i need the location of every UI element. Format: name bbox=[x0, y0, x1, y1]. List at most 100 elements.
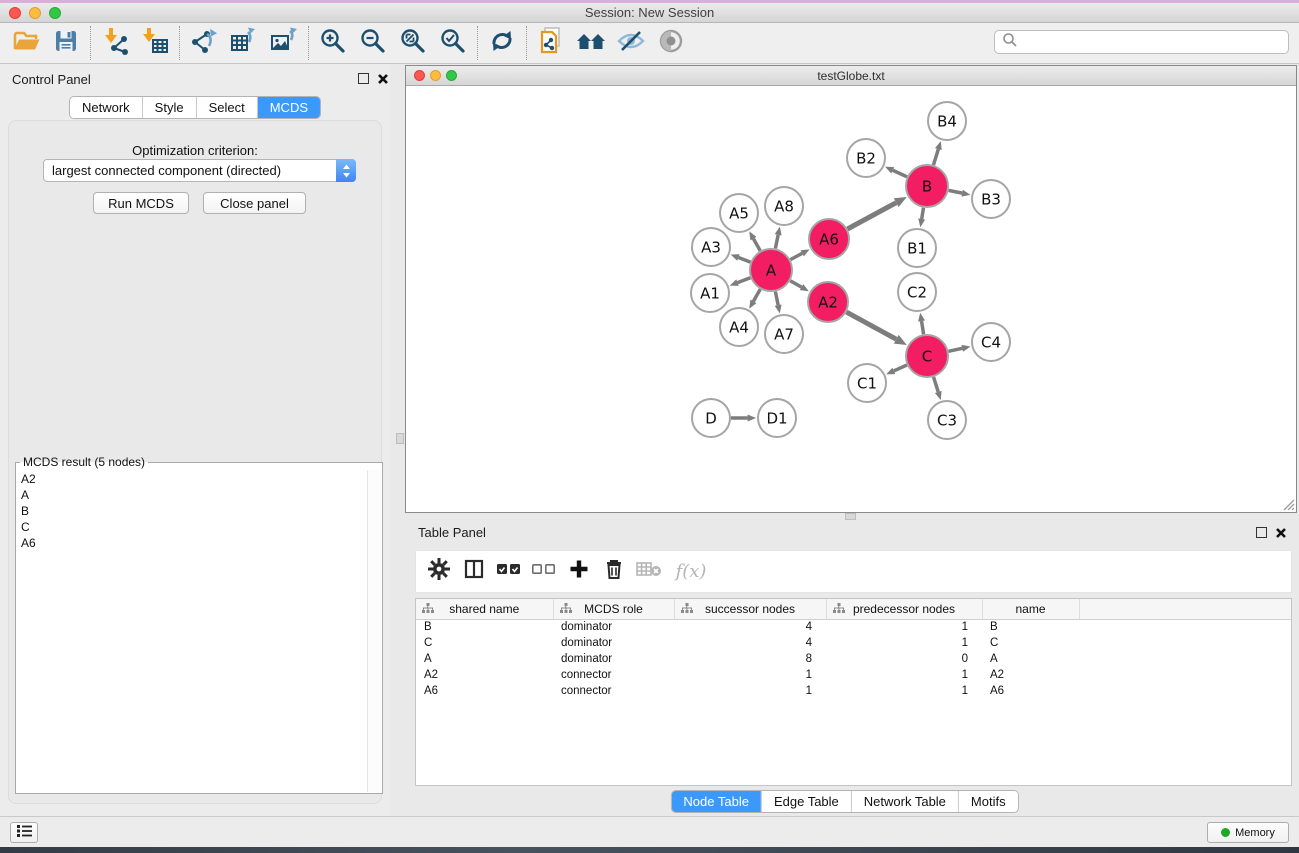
graph-edge[interactable] bbox=[730, 278, 751, 286]
graph-edge[interactable] bbox=[731, 254, 751, 262]
search-input[interactable] bbox=[994, 30, 1289, 54]
float-panel-icon[interactable] bbox=[358, 73, 369, 84]
graph-edge[interactable] bbox=[948, 345, 970, 352]
column-header-mcds-role[interactable]: MCDS role bbox=[553, 599, 674, 619]
table-cell[interactable]: 1 bbox=[674, 667, 826, 683]
show-all-button[interactable] bbox=[571, 26, 611, 60]
table-cell[interactable]: A bbox=[416, 651, 553, 667]
graph-edge[interactable] bbox=[731, 415, 756, 422]
table-row[interactable]: A6connector11A6 bbox=[416, 683, 1291, 699]
close-table-panel-icon[interactable] bbox=[1275, 527, 1287, 539]
table-cell[interactable]: C bbox=[982, 635, 1079, 651]
table-cell[interactable]: 1 bbox=[674, 683, 826, 699]
delete-column-button[interactable] bbox=[601, 559, 627, 585]
mcds-result-item[interactable]: B bbox=[17, 503, 367, 519]
table-cell[interactable]: 1 bbox=[826, 667, 982, 683]
graph-edge[interactable] bbox=[918, 208, 925, 228]
graph-node[interactable]: A1 bbox=[691, 274, 729, 312]
graph-node[interactable]: A6 bbox=[809, 219, 849, 259]
tab-network-table[interactable]: Network Table bbox=[851, 791, 958, 812]
graph-edge[interactable] bbox=[885, 167, 907, 177]
table-cell[interactable]: A6 bbox=[982, 683, 1079, 699]
optimization-criterion-dropdown[interactable]: largest connected component (directed) bbox=[43, 159, 356, 182]
select-all-button[interactable] bbox=[496, 559, 522, 585]
column-header-successor-nodes[interactable]: successor nodes bbox=[674, 599, 826, 619]
table-row[interactable]: A2connector11A2 bbox=[416, 667, 1291, 683]
zoom-selected-button[interactable] bbox=[433, 26, 473, 60]
column-header-shared-name[interactable]: shared name bbox=[416, 599, 553, 619]
graph-edge[interactable] bbox=[918, 313, 925, 335]
graph-edge[interactable] bbox=[749, 289, 760, 309]
tab-style[interactable]: Style bbox=[142, 97, 196, 118]
graph-edge[interactable] bbox=[886, 365, 907, 374]
close-panel-icon[interactable] bbox=[377, 73, 389, 85]
graph-node[interactable]: A3 bbox=[692, 228, 730, 266]
tab-network[interactable]: Network bbox=[70, 97, 142, 118]
graph-node[interactable]: B1 bbox=[898, 229, 936, 267]
table-cell[interactable]: A2 bbox=[416, 667, 553, 683]
apply-layout-button[interactable] bbox=[482, 26, 522, 60]
minimize-window-button[interactable] bbox=[29, 7, 41, 19]
task-history-button[interactable] bbox=[10, 822, 38, 843]
table-cell[interactable]: 1 bbox=[826, 619, 982, 635]
table-row[interactable]: Bdominator41B bbox=[416, 619, 1291, 635]
table-cell[interactable]: 4 bbox=[674, 619, 826, 635]
import-network-button[interactable] bbox=[95, 26, 135, 60]
graph-node[interactable]: A8 bbox=[765, 187, 803, 225]
mcds-result-item[interactable]: A2 bbox=[17, 471, 367, 487]
create-column-button[interactable] bbox=[566, 559, 592, 585]
table-cell[interactable]: C bbox=[416, 635, 553, 651]
close-panel-button[interactable]: Close panel bbox=[203, 192, 306, 214]
table-cell[interactable]: dominator bbox=[553, 651, 674, 667]
zoom-fit-button[interactable] bbox=[393, 26, 433, 60]
run-mcds-button[interactable]: Run MCDS bbox=[93, 192, 189, 214]
table-cell[interactable]: connector bbox=[553, 683, 674, 699]
graph-node[interactable]: B bbox=[906, 165, 948, 207]
divider-grip[interactable] bbox=[396, 433, 404, 444]
hide-style-button[interactable] bbox=[611, 26, 651, 60]
zoom-out-button[interactable] bbox=[353, 26, 393, 60]
table-cell[interactable]: A6 bbox=[416, 683, 553, 699]
graph-node[interactable]: C bbox=[906, 335, 948, 377]
graph-edge[interactable] bbox=[847, 197, 906, 229]
graph-node[interactable]: A2 bbox=[808, 282, 848, 322]
tab-mcds[interactable]: MCDS bbox=[257, 97, 320, 118]
table-cell[interactable]: 4 bbox=[674, 635, 826, 651]
network-minimize-button[interactable] bbox=[430, 70, 441, 81]
graph-edge[interactable] bbox=[790, 281, 809, 291]
mcds-result-item[interactable]: A6 bbox=[17, 535, 367, 551]
graph-edge[interactable] bbox=[949, 190, 971, 197]
network-window-titlebar[interactable]: testGlobe.txt bbox=[406, 66, 1296, 86]
graph-node[interactable]: C2 bbox=[898, 273, 936, 311]
column-header-predecessor-nodes[interactable]: predecessor nodes bbox=[826, 599, 982, 619]
mcds-result-item[interactable]: C bbox=[17, 519, 367, 535]
show-graphics-button[interactable] bbox=[651, 26, 691, 60]
mcds-result-scrollbar[interactable] bbox=[367, 470, 381, 792]
save-session-button[interactable] bbox=[46, 26, 86, 60]
mcds-result-list[interactable]: A2ABCA6 bbox=[17, 471, 367, 792]
graph-edge[interactable] bbox=[933, 141, 941, 165]
tab-node-table[interactable]: Node Table bbox=[671, 791, 761, 812]
graph-edge[interactable] bbox=[775, 227, 782, 249]
window-resize-grip[interactable] bbox=[1281, 497, 1295, 511]
graph-edge[interactable] bbox=[749, 231, 760, 251]
column-header-name[interactable]: name bbox=[982, 599, 1079, 619]
table-cell[interactable]: dominator bbox=[553, 619, 674, 635]
zoom-window-button[interactable] bbox=[49, 7, 61, 19]
memory-button[interactable]: Memory bbox=[1207, 822, 1289, 843]
table-cell[interactable]: 1 bbox=[826, 683, 982, 699]
network-canvas[interactable]: A5A8A3AA1A4A7A6A2B2B4BB3B1C2CC4C1C3DD1 bbox=[406, 87, 1296, 512]
network-close-button[interactable] bbox=[414, 70, 425, 81]
graph-node[interactable]: B3 bbox=[972, 180, 1010, 218]
table-options-button[interactable] bbox=[426, 559, 452, 585]
table-row[interactable]: Adominator80A bbox=[416, 651, 1291, 667]
graph-node[interactable]: B4 bbox=[928, 102, 966, 140]
graph-node[interactable]: C4 bbox=[972, 323, 1010, 361]
export-image-button[interactable] bbox=[264, 26, 304, 60]
float-table-panel-icon[interactable] bbox=[1256, 527, 1267, 538]
table-cell[interactable]: B bbox=[416, 619, 553, 635]
table-cell[interactable]: dominator bbox=[553, 635, 674, 651]
graph-node[interactable]: A bbox=[750, 249, 792, 291]
tab-edge-table[interactable]: Edge Table bbox=[761, 791, 851, 812]
graph-node[interactable]: B2 bbox=[847, 139, 885, 177]
